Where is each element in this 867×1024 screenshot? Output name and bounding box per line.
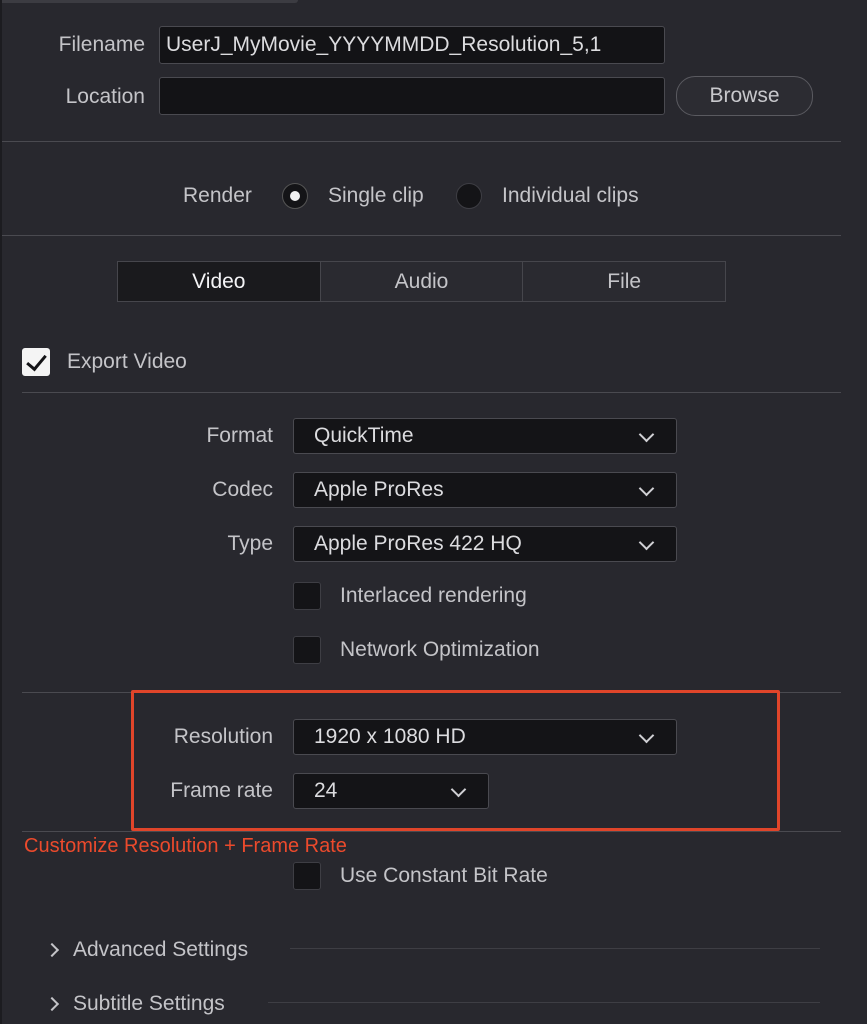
subtitle-settings-label: Subtitle Settings <box>73 992 225 1015</box>
location-label: Location <box>65 85 145 108</box>
type-select[interactable]: Apple ProRes 422 HQ <box>293 526 677 562</box>
top-tab-remnant <box>2 0 298 3</box>
tab-audio[interactable]: Audio <box>321 262 524 301</box>
radio-individual-clips[interactable] <box>456 183 482 209</box>
chevron-down-icon <box>638 426 655 443</box>
filename-input[interactable]: UserJ_MyMovie_YYYYMMDD_Resolution_5,1 <box>159 26 665 64</box>
type-label: Type <box>227 532 273 555</box>
render-label: Render <box>183 184 252 207</box>
chevron-right-icon <box>44 996 60 1012</box>
codec-label: Codec <box>212 478 273 501</box>
divider <box>2 235 841 236</box>
highlight-box <box>131 690 780 831</box>
divider <box>2 141 841 142</box>
export-video-checkbox[interactable] <box>22 348 50 376</box>
constant-bit-rate-checkbox[interactable] <box>293 862 321 890</box>
browse-button[interactable]: Browse <box>676 76 813 116</box>
export-video-label: Export Video <box>67 350 187 373</box>
divider <box>268 1002 820 1003</box>
chevron-down-icon <box>638 480 655 497</box>
left-edge <box>0 0 2 1024</box>
network-optimization-checkbox[interactable] <box>293 636 321 664</box>
constant-bit-rate-label: Use Constant Bit Rate <box>340 864 548 887</box>
format-value: QuickTime <box>314 424 414 447</box>
codec-value: Apple ProRes <box>314 478 444 501</box>
location-input[interactable] <box>159 77 665 115</box>
individual-clips-label[interactable]: Individual clips <box>502 184 639 208</box>
network-optimization-label: Network Optimization <box>340 638 540 661</box>
render-tabs: Video Audio File <box>117 261 726 302</box>
interlaced-checkbox[interactable] <box>293 582 321 610</box>
divider <box>290 948 820 949</box>
chevron-down-icon <box>638 534 655 551</box>
format-label: Format <box>206 424 273 447</box>
type-value: Apple ProRes 422 HQ <box>314 532 522 555</box>
divider <box>22 831 841 832</box>
chevron-right-icon <box>44 942 60 958</box>
tab-file[interactable]: File <box>523 262 725 301</box>
tab-video[interactable]: Video <box>118 262 321 301</box>
advanced-settings-toggle[interactable]: Advanced Settings <box>44 934 824 964</box>
format-select[interactable]: QuickTime <box>293 418 677 454</box>
interlaced-label: Interlaced rendering <box>340 584 527 607</box>
advanced-settings-label: Advanced Settings <box>73 938 249 961</box>
filename-label: Filename <box>58 33 145 56</box>
subtitle-settings-toggle[interactable]: Subtitle Settings <box>44 988 824 1018</box>
annotation-text: Customize Resolution + Frame Rate <box>24 835 347 857</box>
radio-single-clip[interactable] <box>282 183 308 209</box>
single-clip-label[interactable]: Single clip <box>328 184 424 208</box>
codec-select[interactable]: Apple ProRes <box>293 472 677 508</box>
divider <box>22 392 841 393</box>
